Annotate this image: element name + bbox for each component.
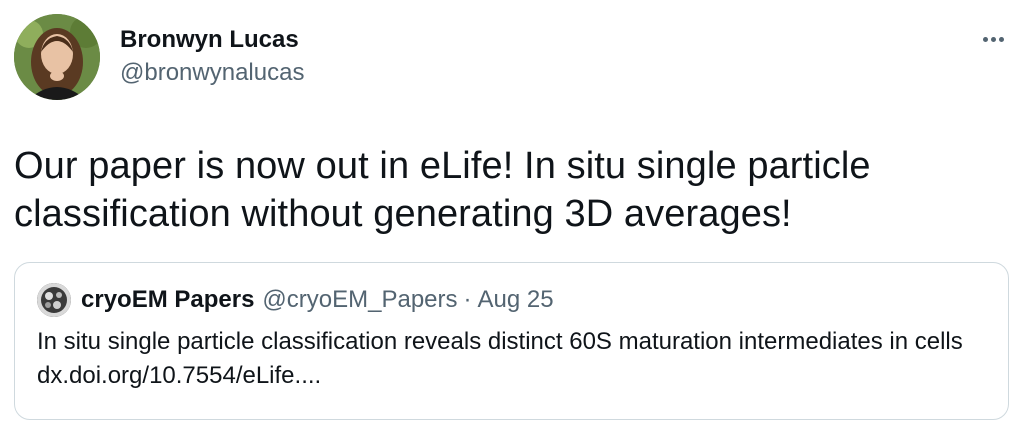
author-info: Bronwyn Lucas @bronwynalucas [120,14,304,88]
quoted-tweet-text: In situ single particle classification r… [37,328,963,389]
quoted-separator: · [463,286,472,313]
quoted-tweet-header: cryoEM Papers @cryoEM_Papers · Aug 25 [37,281,988,319]
tweet-card: Bronwyn Lucas @bronwynalucas Our paper i… [0,0,1024,423]
tweet-text: Our paper is now out in eLife! In situ s… [14,145,871,235]
quoted-author-avatar [37,283,71,317]
quoted-date: Aug 25 [477,286,554,313]
more-horizontal-icon [982,36,988,42]
author-name[interactable]: Bronwyn Lucas [120,26,304,54]
author-avatar-image [14,14,100,100]
quoted-tweet[interactable]: cryoEM Papers @cryoEM_Papers · Aug 25 In… [14,262,1009,420]
more-options-button[interactable] [978,24,1008,54]
quoted-avatar-image [37,283,71,317]
author-handle[interactable]: @bronwynalucas [120,58,304,88]
author-avatar[interactable] [14,14,100,100]
tweet-header: Bronwyn Lucas @bronwynalucas [14,14,1010,104]
more-horizontal-icon-dot [990,36,996,42]
quoted-author-handle: @cryoEM_Papers [262,286,458,313]
more-horizontal-icon-dot [998,36,1004,42]
quoted-author-name: cryoEM Papers [81,286,255,313]
